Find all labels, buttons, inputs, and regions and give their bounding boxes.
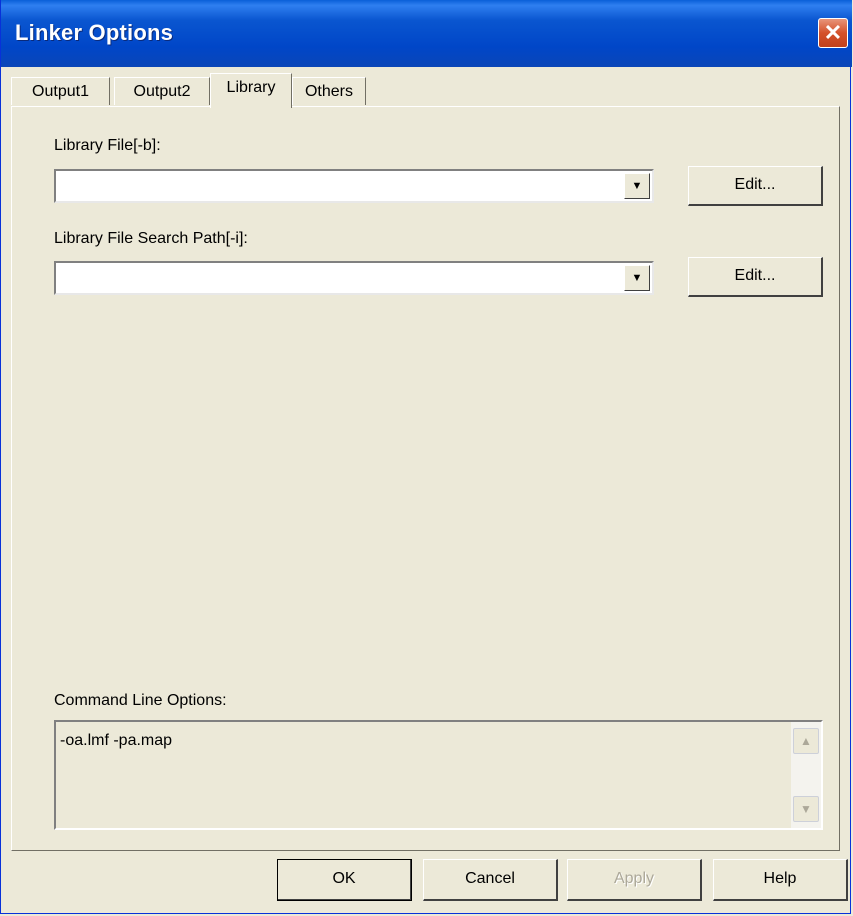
cancel-button[interactable]: Cancel	[423, 859, 558, 901]
library-file-edit-button[interactable]: Edit...	[688, 166, 823, 206]
command-line-label: Command Line Options:	[54, 692, 227, 709]
search-path-combobox[interactable]: ▼	[54, 261, 654, 295]
library-tab-panel: Library File[-b]: ▼ Edit... Library File…	[11, 106, 840, 851]
library-file-input[interactable]	[56, 171, 622, 201]
search-path-edit-button[interactable]: Edit...	[688, 257, 823, 297]
search-path-label: Library File Search Path[-i]:	[54, 230, 248, 247]
command-line-textbox[interactable]: -oa.lmf -pa.map ▲ ▼	[54, 720, 823, 830]
tab-library[interactable]: Library	[210, 73, 292, 108]
linker-options-dialog: Linker Options ✕ Output1 Output2 Library…	[0, 0, 852, 914]
close-icon[interactable]: ✕	[818, 18, 848, 48]
scroll-up-icon[interactable]: ▲	[793, 728, 819, 754]
title-bar[interactable]: Linker Options ✕	[1, 0, 852, 67]
tab-output2[interactable]: Output2	[114, 77, 210, 105]
chevron-down-icon[interactable]: ▼	[624, 265, 650, 291]
ok-button[interactable]: OK	[277, 859, 412, 901]
search-path-input[interactable]	[56, 263, 622, 293]
scroll-down-icon[interactable]: ▼	[793, 796, 819, 822]
window-title: Linker Options	[15, 20, 174, 45]
library-file-combobox[interactable]: ▼	[54, 169, 654, 203]
chevron-down-icon[interactable]: ▼	[624, 173, 650, 199]
help-button[interactable]: Help	[713, 859, 848, 901]
library-file-label: Library File[-b]:	[54, 137, 161, 154]
tab-others[interactable]: Others	[292, 77, 366, 105]
command-line-scrollbar[interactable]: ▲ ▼	[791, 722, 821, 828]
tab-output1[interactable]: Output1	[11, 77, 110, 105]
apply-button[interactable]: Apply	[567, 859, 702, 901]
command-line-text: -oa.lmf -pa.map	[60, 732, 173, 749]
